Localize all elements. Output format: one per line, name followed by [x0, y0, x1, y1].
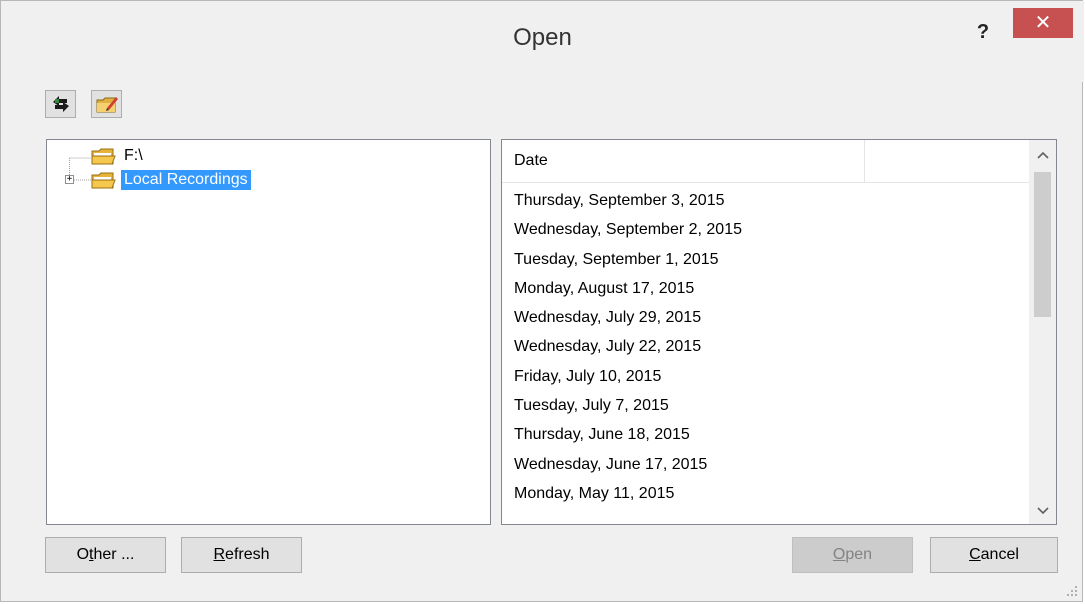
refresh-sync-icon [53, 96, 69, 112]
chevron-up-icon [1036, 152, 1049, 159]
list-item[interactable]: Thursday, September 3, 2015 [502, 186, 1030, 215]
column-header-date[interactable]: Date [502, 140, 865, 182]
chevron-down-icon [1036, 507, 1049, 515]
refresh-button[interactable]: Refresh [181, 537, 302, 573]
vertical-scrollbar[interactable] [1029, 140, 1056, 524]
folder-icon [91, 148, 116, 165]
list-item[interactable]: Tuesday, July 7, 2015 [502, 391, 1030, 420]
help-button[interactable]: ? [970, 21, 996, 43]
list-item[interactable]: Wednesday, July 22, 2015 [502, 332, 1030, 361]
folder-tree[interactable]: F:\ + Local Recordings [46, 139, 491, 525]
list-rows: Thursday, September 3, 2015 Wednesday, S… [502, 186, 1030, 508]
close-icon: ✕ [1034, 12, 1052, 34]
new-folder-icon [96, 97, 118, 113]
other-button[interactable]: Other ... [45, 537, 166, 573]
list-item[interactable]: Tuesday, September 1, 2015 [502, 245, 1030, 274]
resize-grip-icon[interactable] [1066, 585, 1078, 597]
new-folder-button[interactable] [91, 90, 122, 118]
list-header: Date [502, 140, 1030, 183]
title-bar: Open ? ✕ [1, 1, 1084, 82]
list-item[interactable]: Monday, May 11, 2015 [502, 479, 1030, 508]
open-button[interactable]: Open [792, 537, 913, 573]
tree-item-label: Local Recordings [121, 170, 251, 190]
cancel-button[interactable]: Cancel [930, 537, 1058, 573]
list-item[interactable]: Thursday, June 18, 2015 [502, 420, 1030, 449]
recordings-list[interactable]: Date Thursday, September 3, 2015 Wednesd… [501, 139, 1057, 525]
scroll-down-button[interactable] [1029, 496, 1056, 524]
scroll-thumb[interactable] [1034, 172, 1051, 317]
tree-item-label: F:\ [124, 147, 143, 164]
refresh-tree-button[interactable] [45, 90, 76, 118]
scroll-up-button[interactable] [1029, 140, 1056, 168]
tree-expander[interactable]: + [65, 175, 74, 184]
list-item[interactable]: Wednesday, September 2, 2015 [502, 215, 1030, 244]
list-item[interactable]: Friday, July 10, 2015 [502, 362, 1030, 391]
list-item[interactable]: Wednesday, June 17, 2015 [502, 450, 1030, 479]
dialog-title: Open [513, 24, 572, 51]
open-dialog: Open ? ✕ F:\ + Local Recordings Date Thu… [0, 0, 1084, 602]
list-item[interactable]: Monday, August 17, 2015 [502, 274, 1030, 303]
folder-icon [91, 172, 116, 189]
column-header-empty[interactable] [866, 140, 1030, 182]
close-button[interactable]: ✕ [1013, 8, 1073, 38]
list-item[interactable]: Wednesday, July 29, 2015 [502, 303, 1030, 332]
